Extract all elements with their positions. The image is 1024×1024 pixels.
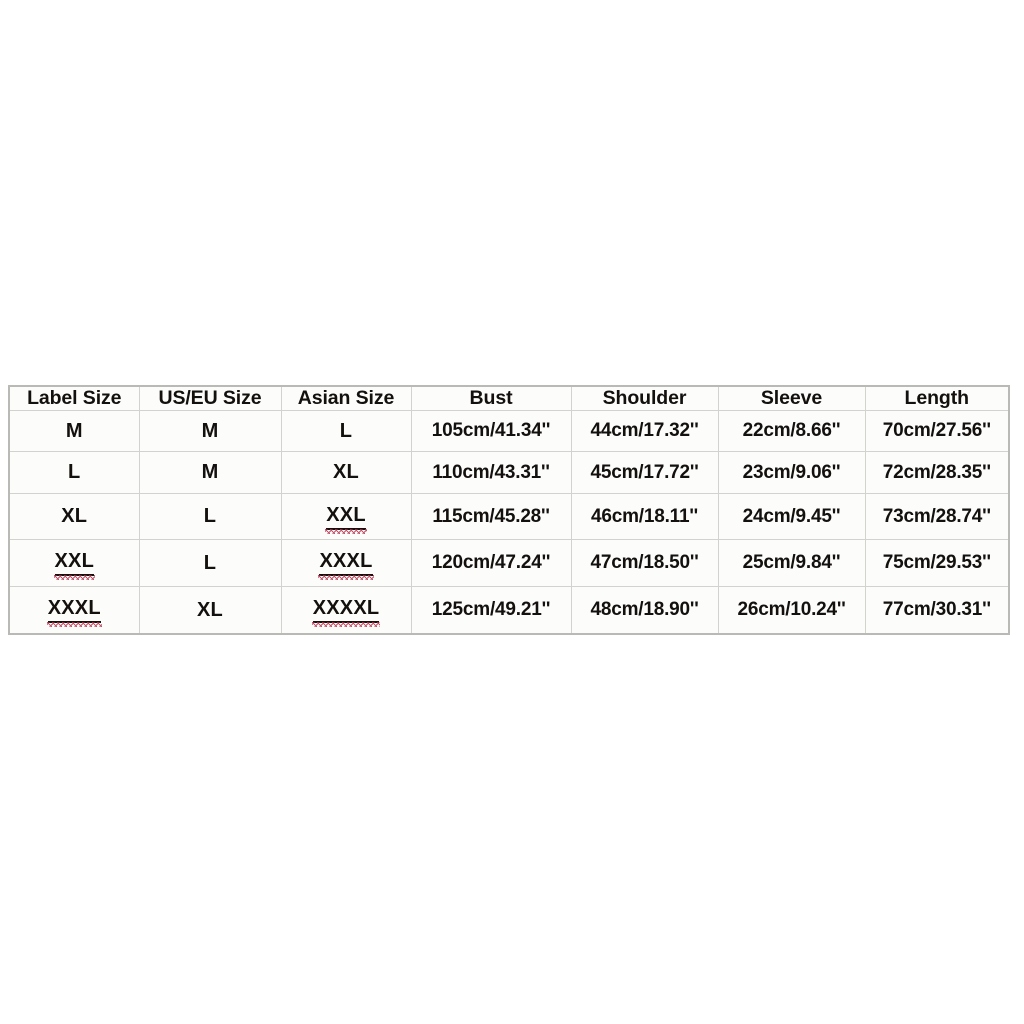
cell-length: 73cm/28.74'' bbox=[864, 492, 1010, 541]
cell-label-size: XXL bbox=[8, 539, 140, 587]
table-row: XXXL XL XXXXL 125cm/49.21'' 48cm/18.90''… bbox=[8, 586, 1010, 635]
cell-bust: 125cm/49.21'' bbox=[410, 586, 572, 635]
column-header-us-eu-size: US/EU Size bbox=[138, 385, 282, 411]
table-row: XXL L XXXL 120cm/47.24'' 47cm/18.50'' 25… bbox=[8, 539, 1010, 587]
table-body: M M L 105cm/41.34'' 44cm/17.32'' 22cm/8.… bbox=[8, 409, 1010, 635]
cell-sleeve: 22cm/8.66'' bbox=[717, 409, 866, 453]
cell-shoulder: 45cm/17.72'' bbox=[570, 451, 719, 494]
table-header-row: Label Size US/EU Size Asian Size Bust Sh… bbox=[8, 385, 1010, 411]
cell-bust: 105cm/41.34'' bbox=[410, 409, 572, 453]
cell-label-size: L bbox=[8, 451, 140, 494]
cell-bust: 110cm/43.31'' bbox=[410, 451, 572, 494]
column-header-length: Length bbox=[864, 385, 1010, 411]
cell-asian-size: XXXXL bbox=[280, 586, 412, 635]
cell-us-eu-size: L bbox=[138, 539, 282, 587]
cell-length: 70cm/27.56'' bbox=[864, 409, 1010, 453]
size-chart-container: Label Size US/EU Size Asian Size Bust Sh… bbox=[8, 385, 1010, 635]
cell-shoulder: 48cm/18.90'' bbox=[570, 586, 719, 635]
misspelled-text: XXL bbox=[325, 504, 367, 534]
cell-sleeve: 25cm/9.84'' bbox=[717, 539, 866, 587]
cell-us-eu-size: L bbox=[138, 492, 282, 541]
cell-label-size: M bbox=[8, 409, 140, 453]
cell-label-size: XL bbox=[8, 492, 140, 541]
cell-label-size: XXXL bbox=[8, 586, 140, 635]
cell-shoulder: 46cm/18.11'' bbox=[570, 492, 719, 541]
table-row: L M XL 110cm/43.31'' 45cm/17.72'' 23cm/9… bbox=[8, 451, 1010, 494]
cell-shoulder: 44cm/17.32'' bbox=[570, 409, 719, 453]
table-row: M M L 105cm/41.34'' 44cm/17.32'' 22cm/8.… bbox=[8, 409, 1010, 453]
misspelled-text: XXL bbox=[53, 550, 95, 581]
cell-sleeve: 23cm/9.06'' bbox=[717, 451, 866, 494]
cell-us-eu-size: M bbox=[138, 409, 282, 453]
column-header-sleeve: Sleeve bbox=[717, 385, 866, 411]
cell-asian-size: XXXL bbox=[280, 539, 412, 587]
cell-asian-size: XL bbox=[280, 451, 412, 494]
column-header-asian-size: Asian Size bbox=[280, 385, 412, 411]
cell-sleeve: 26cm/10.24'' bbox=[717, 586, 866, 635]
column-header-shoulder: Shoulder bbox=[570, 385, 719, 411]
cell-asian-size: XXL bbox=[280, 492, 412, 541]
cell-length: 77cm/30.31'' bbox=[864, 586, 1010, 635]
misspelled-text: XXXL bbox=[46, 597, 102, 627]
size-chart-table: Label Size US/EU Size Asian Size Bust Sh… bbox=[8, 385, 1010, 635]
misspelled-text: XXXL bbox=[318, 550, 374, 581]
cell-length: 75cm/29.53'' bbox=[864, 539, 1010, 587]
cell-shoulder: 47cm/18.50'' bbox=[570, 539, 719, 587]
cell-asian-size: L bbox=[280, 409, 412, 453]
cell-bust: 120cm/47.24'' bbox=[410, 539, 572, 587]
cell-sleeve: 24cm/9.45'' bbox=[717, 492, 866, 541]
cell-length: 72cm/28.35'' bbox=[864, 451, 1010, 494]
cell-bust: 115cm/45.28'' bbox=[410, 492, 572, 541]
cell-us-eu-size: XL bbox=[138, 586, 282, 635]
misspelled-text: XXXXL bbox=[311, 597, 380, 627]
column-header-bust: Bust bbox=[410, 385, 572, 411]
cell-us-eu-size: M bbox=[138, 451, 282, 494]
table-row: XL L XXL 115cm/45.28'' 46cm/18.11'' 24cm… bbox=[8, 492, 1010, 541]
column-header-label-size: Label Size bbox=[8, 385, 140, 411]
